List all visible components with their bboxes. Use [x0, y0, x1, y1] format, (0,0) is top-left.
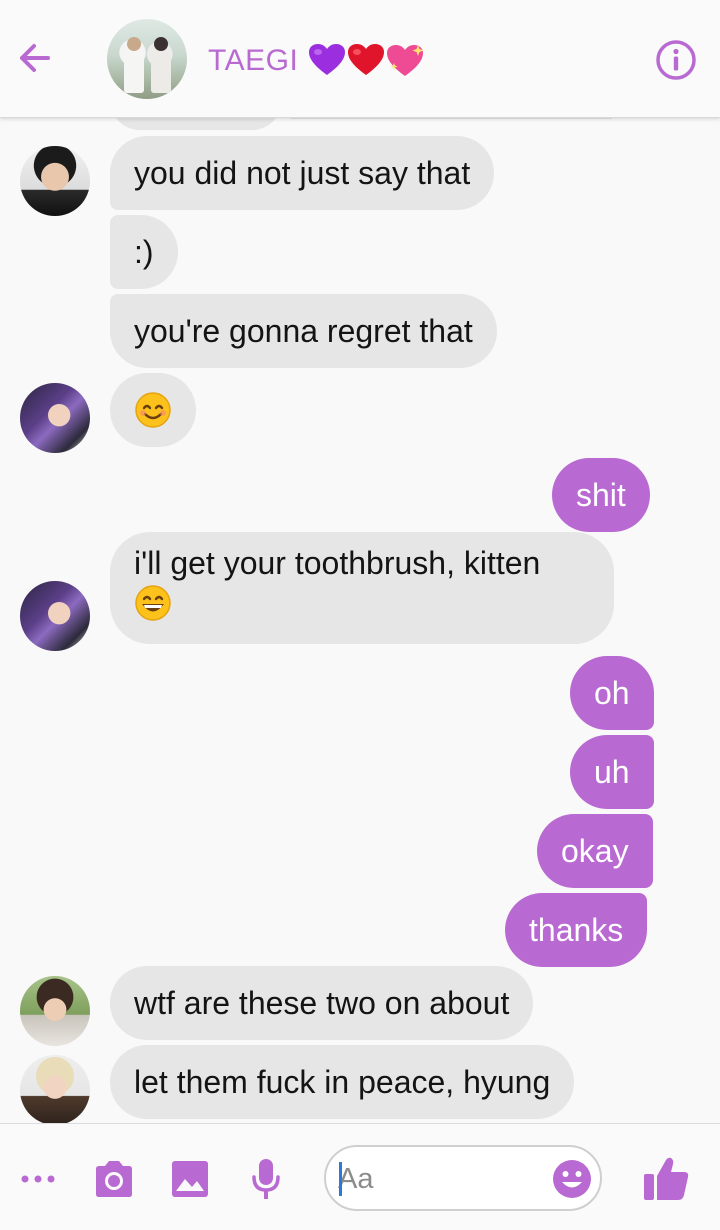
message-text: wtf are these two on about: [134, 985, 510, 1021]
message-text: shit: [576, 477, 626, 513]
purple-heart-icon: [309, 44, 346, 75]
group-avatar[interactable]: [107, 19, 187, 99]
message-text: okay: [561, 833, 629, 869]
thumbs-up-icon: [644, 1157, 689, 1200]
text-caret: [339, 1162, 342, 1196]
message-input-box[interactable]: [324, 1145, 602, 1211]
gallery-button[interactable]: [165, 1156, 215, 1202]
microphone-icon: [252, 1159, 280, 1199]
message-text: thanks: [529, 912, 624, 948]
chat-title-text: TAEGI: [208, 44, 299, 77]
avatar[interactable]: [20, 976, 90, 1046]
chat-header: TAEGI: [0, 0, 720, 118]
sparkling-heart-icon: [387, 45, 424, 76]
camera-button[interactable]: [89, 1156, 139, 1202]
message-bubble[interactable]: :): [110, 215, 178, 289]
message-bubble[interactable]: oh: [570, 656, 654, 730]
red-heart-icon: [348, 44, 385, 75]
avatar[interactable]: [20, 146, 90, 216]
more-button[interactable]: [13, 1156, 63, 1202]
message-bubble[interactable]: you did not just say that: [110, 136, 495, 210]
message-text: you did not just say that: [134, 155, 471, 191]
message-text: you're gonna regret that: [134, 313, 473, 349]
gallery-icon: [172, 1161, 208, 1197]
message-bubble[interactable]: i'll get your toothbrush, kitten: [110, 532, 614, 644]
voice-button[interactable]: [241, 1156, 291, 1202]
message-bubble[interactable]: shit: [552, 458, 650, 532]
message-bubble[interactable]: okay: [537, 814, 653, 888]
message-bubble[interactable]: [110, 373, 196, 447]
chat-title[interactable]: TAEGI: [208, 39, 426, 83]
message-text: let them fuck in peace, hyung: [134, 1064, 551, 1100]
message-text: uh: [594, 754, 630, 790]
avatar[interactable]: [20, 581, 90, 651]
message-bubble[interactable]: let them fuck in peace, hyung: [110, 1045, 575, 1119]
message-bubble[interactable]: you're gonna regret that: [110, 294, 497, 368]
composer-bar: [0, 1123, 720, 1230]
message-bubble[interactable]: wtf are these two on about: [110, 966, 534, 1040]
message-text: :): [134, 234, 154, 270]
camera-icon: [96, 1161, 132, 1197]
message-input[interactable]: [338, 1160, 538, 1198]
grinning-face-icon: [135, 585, 171, 621]
info-icon: [656, 40, 696, 80]
message-list[interactable]: you did not just say that :) you're gonn…: [0, 118, 720, 1123]
title-hearts: [308, 43, 426, 79]
message-text: oh: [594, 675, 630, 711]
smiling-face-icon: [135, 392, 171, 428]
info-button[interactable]: [654, 38, 698, 82]
avatar[interactable]: [20, 1055, 90, 1123]
scroll-divider: [290, 118, 612, 119]
avatar[interactable]: [20, 383, 90, 453]
clipped-message-bubble: [110, 118, 282, 130]
emoji-icon[interactable]: [552, 1159, 592, 1199]
more-icon: [21, 1175, 55, 1183]
like-button[interactable]: [640, 1154, 692, 1204]
arrow-left-icon: [20, 44, 50, 72]
message-text: i'll get your toothbrush, kitten: [134, 545, 541, 581]
back-button[interactable]: [14, 38, 54, 78]
message-bubble[interactable]: uh: [570, 735, 654, 809]
message-bubble[interactable]: thanks: [505, 893, 648, 967]
